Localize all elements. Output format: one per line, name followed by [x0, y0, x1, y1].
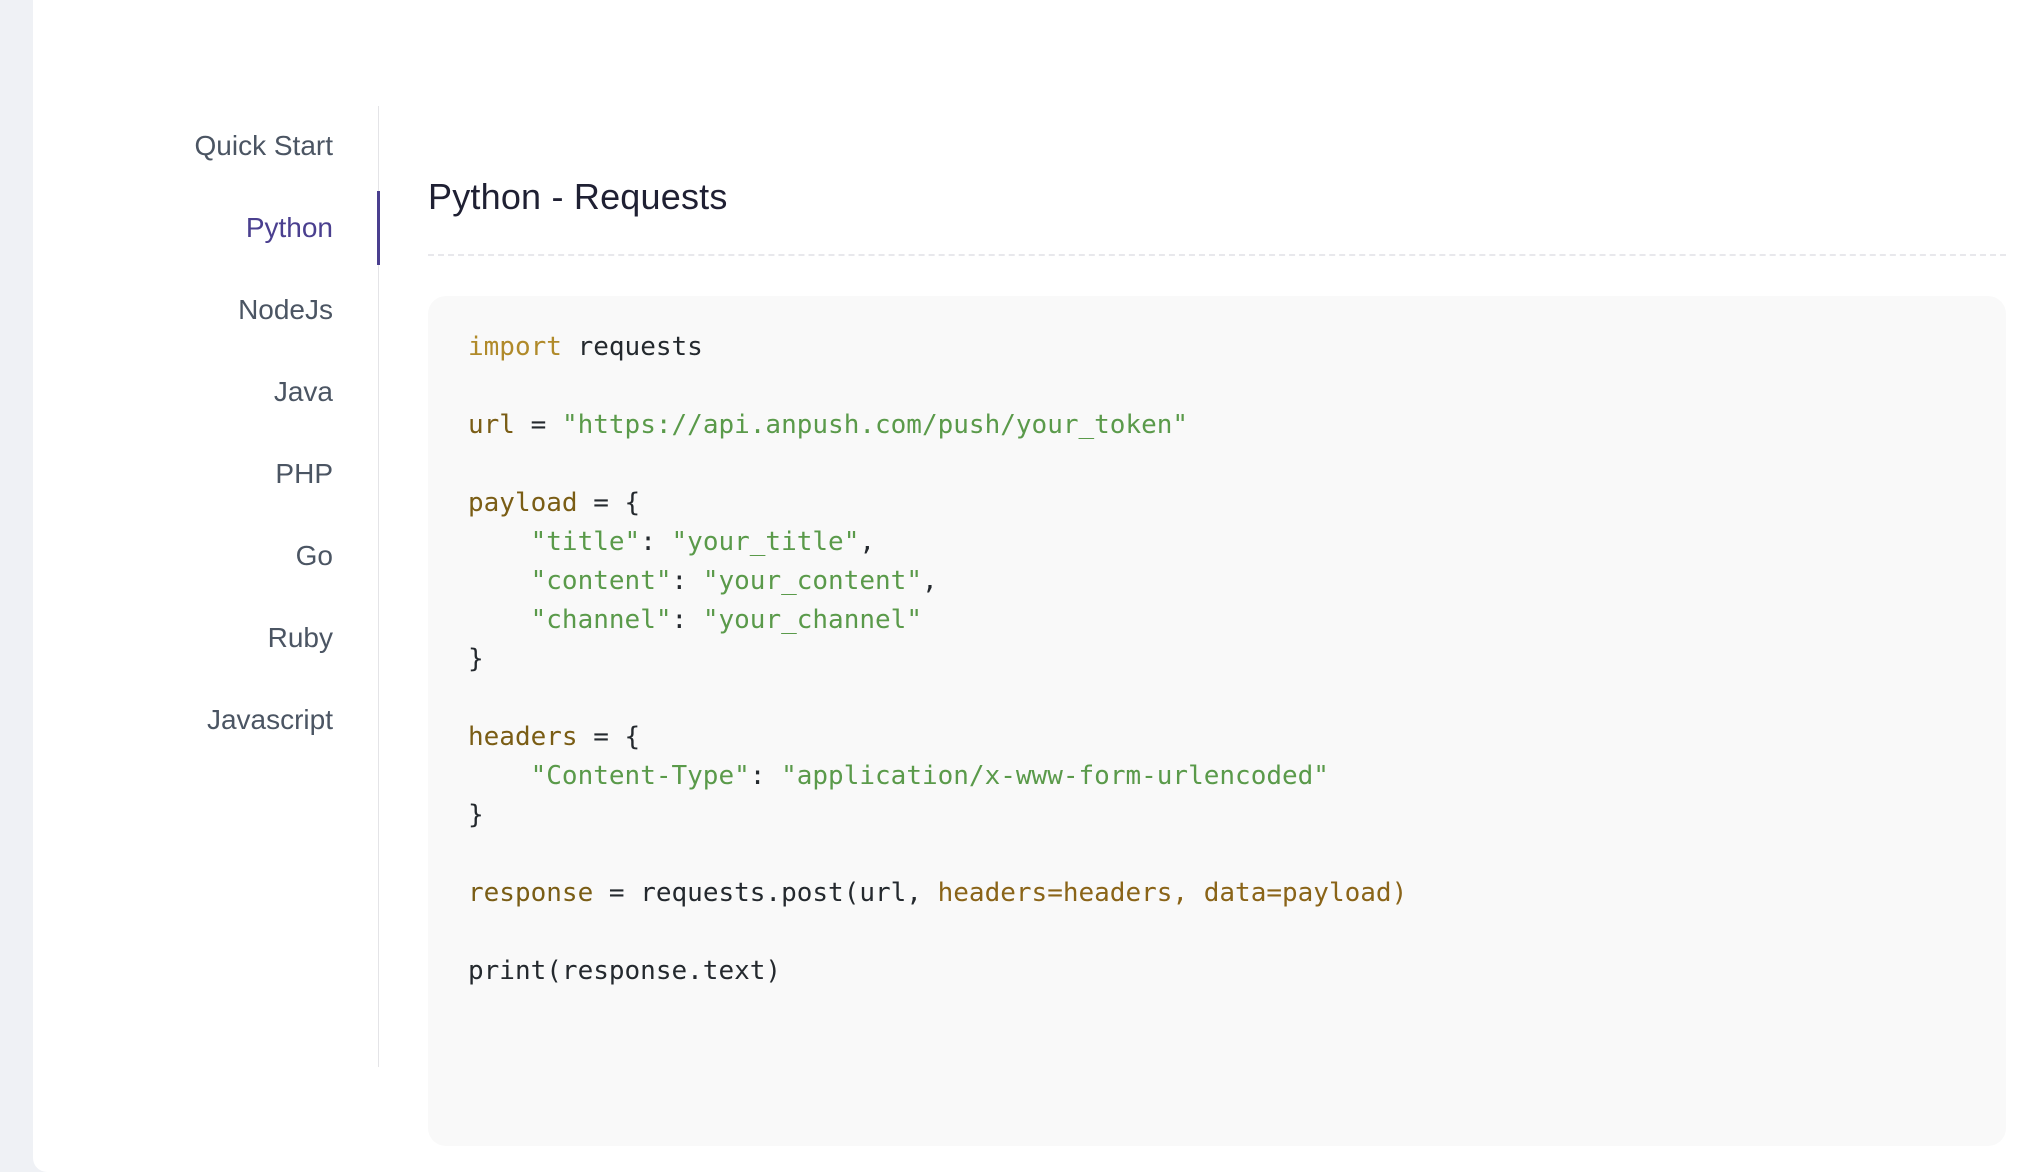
- code-token: ,: [921, 566, 938, 596]
- sidebar-item-php[interactable]: PHP: [33, 437, 378, 511]
- code-token: =: [514, 410, 562, 440]
- sidebar-item-ruby[interactable]: Ruby: [33, 601, 378, 675]
- code-token: "https://api.anpush.com/push/your_token": [561, 410, 1189, 440]
- code-token: "content": [530, 566, 672, 596]
- code-token: response: [468, 878, 594, 908]
- code-token: ,: [859, 527, 876, 557]
- code-token: requests: [561, 332, 703, 362]
- code-block[interactable]: import requests url = "https://api.anpus…: [428, 296, 2006, 1146]
- code-token: print(response.text): [468, 956, 782, 986]
- code-token: =: [593, 878, 641, 908]
- code-token: payload: [468, 488, 578, 518]
- code-token: requests.post(url,: [640, 878, 938, 908]
- sidebar-item-java[interactable]: Java: [33, 355, 378, 429]
- code-token: = {: [577, 722, 641, 752]
- code-token: import: [468, 332, 562, 362]
- code-token: }: [468, 644, 484, 674]
- code-token: "application/x-www-form-urlencoded": [781, 761, 1329, 791]
- code-snippet[interactable]: import requests url = "https://api.anpus…: [468, 328, 1966, 991]
- code-token: "your_title": [671, 527, 860, 557]
- code-token: :: [749, 761, 782, 791]
- code-token: }: [468, 800, 484, 830]
- sidebar-item-javascript[interactable]: Javascript: [33, 683, 378, 757]
- sidebar-item-quick-start[interactable]: Quick Start: [33, 109, 378, 183]
- title-divider: [428, 254, 2006, 256]
- sidebar-item-nodejs[interactable]: NodeJs: [33, 273, 378, 347]
- code-token: = {: [577, 488, 641, 518]
- language-sidebar: Quick Start Python NodeJs Java PHP Go Ru…: [33, 106, 380, 1067]
- code-token: url: [468, 410, 515, 440]
- code-token: "your_content": [702, 566, 922, 596]
- sidebar-item-go[interactable]: Go: [33, 519, 378, 593]
- code-token: "title": [530, 527, 641, 557]
- page-title: Python - Requests: [428, 176, 728, 217]
- code-token: headers: [468, 722, 578, 752]
- code-token: headers=headers, data=payload): [937, 878, 1408, 908]
- code-token: "Content-Type": [530, 761, 750, 791]
- code-token: :: [671, 605, 703, 635]
- sidebar-item-python[interactable]: Python: [33, 191, 380, 265]
- code-token: :: [671, 566, 703, 596]
- code-token: :: [640, 527, 672, 557]
- code-token: "your_channel": [702, 605, 922, 635]
- code-token: "channel": [530, 605, 672, 635]
